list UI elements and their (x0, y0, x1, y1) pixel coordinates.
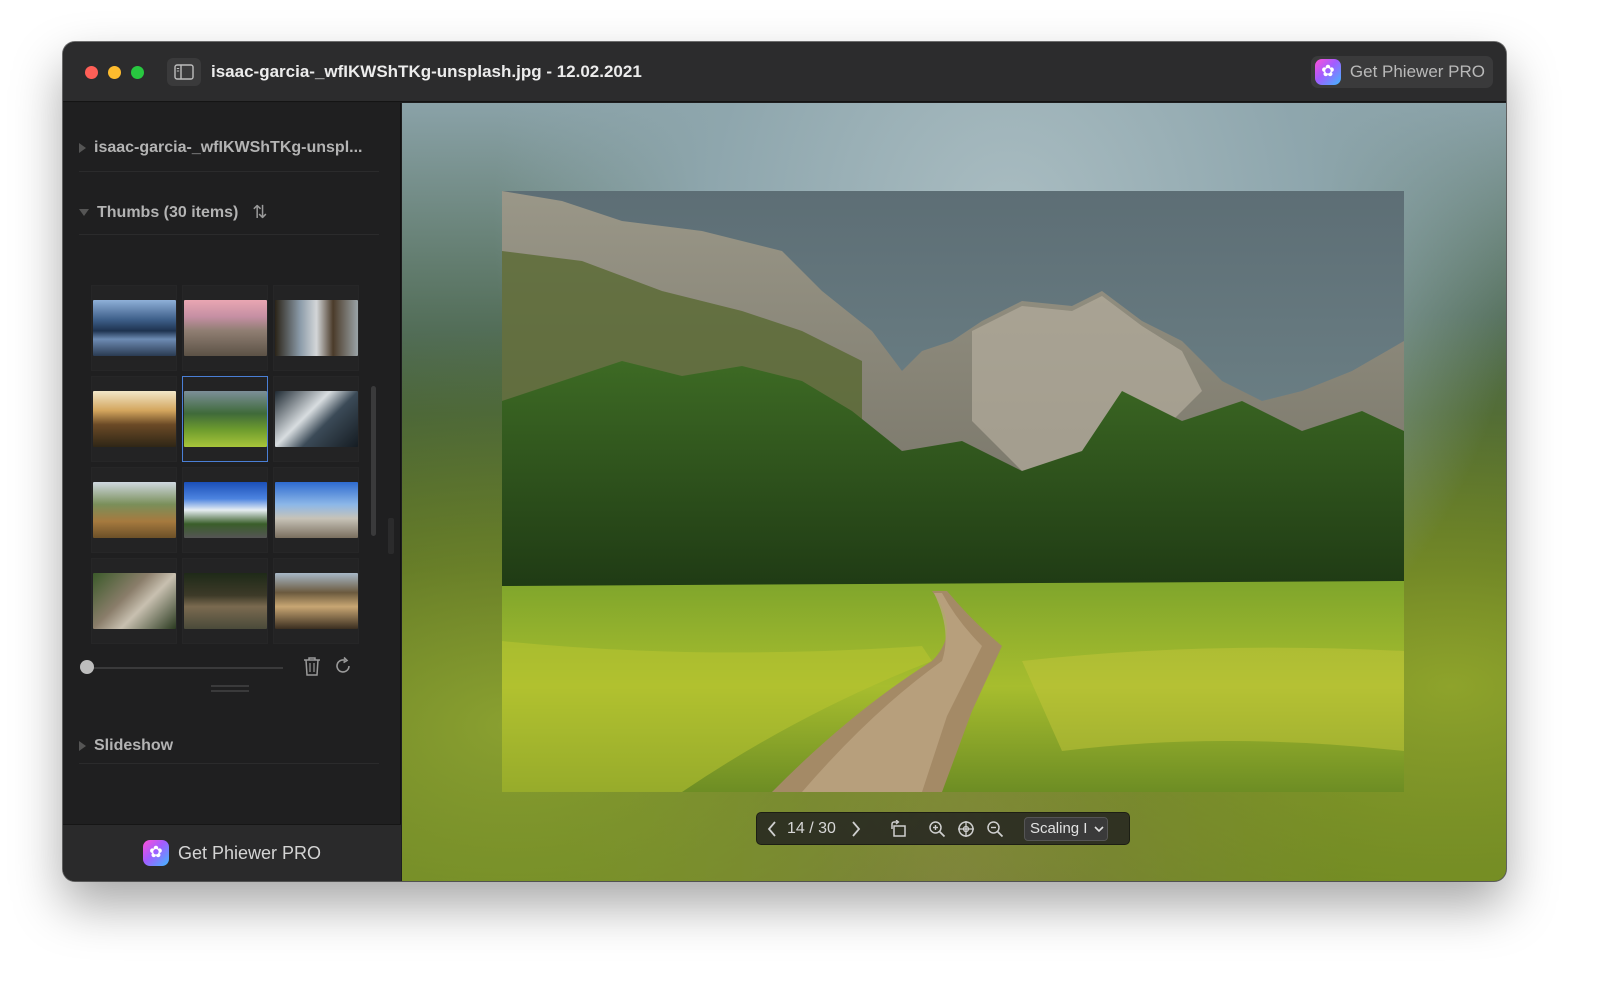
thumbnail-scrollbar[interactable] (371, 386, 376, 536)
viewer-control-bar: 14 / 30 Scaling I (756, 812, 1130, 845)
thumbnail-image (274, 391, 358, 447)
thumbnail-image (92, 482, 176, 538)
divider (79, 763, 379, 764)
image-counter: 14 / 30 (787, 819, 836, 837)
previous-button[interactable] (757, 813, 787, 844)
slideshow-section-label: Slideshow (94, 737, 174, 754)
zoom-window-button[interactable] (131, 66, 144, 79)
trash-icon[interactable] (300, 654, 324, 678)
thumbnail[interactable] (273, 285, 359, 371)
thumbnail-image (92, 573, 176, 629)
slideshow-section-header[interactable]: Slideshow (79, 737, 173, 755)
get-pro-button-top[interactable]: ✿ Get Phiewer PRO (1310, 56, 1493, 88)
thumbnail[interactable] (182, 467, 268, 553)
thumbnail[interactable] (91, 285, 177, 371)
thumbnail[interactable] (182, 558, 268, 644)
rotate-button[interactable] (876, 813, 922, 844)
sidebar-split-handle[interactable] (388, 518, 394, 554)
zoom-out-button[interactable] (980, 813, 1010, 844)
thumbnail[interactable] (182, 285, 268, 371)
app-window: isaac-garcia-_wfIKWShTKg-unsplash.jpg - … (63, 42, 1506, 881)
thumbnail-size-slider[interactable] (87, 667, 283, 669)
next-button[interactable] (836, 813, 876, 844)
divider (79, 171, 379, 172)
thumbnail[interactable] (91, 558, 177, 644)
thumbnail[interactable] (273, 558, 359, 644)
thumbnail-image (92, 300, 176, 356)
divider (79, 234, 379, 235)
thumbnail-image (183, 300, 267, 356)
close-window-button[interactable] (85, 66, 98, 79)
thumbnail-image (183, 573, 267, 629)
thumbnail-image (274, 573, 358, 629)
thumbnail[interactable] (273, 467, 359, 553)
minimize-window-button[interactable] (108, 66, 121, 79)
zoom-fit-icon (957, 820, 974, 837)
main-photo[interactable] (502, 191, 1404, 792)
thumbnail[interactable] (91, 467, 177, 553)
chevron-down-icon (1090, 817, 1107, 840)
zoom-out-icon (987, 820, 1004, 837)
image-viewer[interactable]: 14 / 30 Scaling I (402, 103, 1506, 881)
resize-grip[interactable] (211, 685, 249, 687)
refresh-icon[interactable] (331, 654, 355, 678)
thumbnail-selected[interactable] (182, 376, 268, 462)
thumbnail-image (274, 300, 358, 356)
window-title: isaac-garcia-_wfIKWShTKg-unsplash.jpg - … (211, 62, 642, 81)
file-section-label: isaac-garcia-_wfIKWShTKg-unspl... (94, 139, 363, 156)
zoom-fit-button[interactable] (952, 813, 980, 844)
scaling-select-value: Scaling I (1029, 820, 1088, 837)
thumbnail-image (92, 391, 176, 447)
get-pro-label: Get Phiewer PRO (1349, 62, 1485, 81)
get-pro-label: Get Phiewer PRO (177, 842, 322, 863)
thumbnail[interactable] (273, 376, 359, 462)
chevron-right-icon (852, 820, 861, 837)
thumbnail-image (183, 391, 267, 447)
thumbs-section-label: Thumbs (30 items) (97, 203, 239, 221)
disclosure-down-icon (79, 209, 89, 216)
thumbnail-grid (91, 285, 361, 644)
thumbnail-size-slider-knob[interactable] (80, 660, 94, 674)
disclosure-right-icon (79, 143, 86, 153)
thumbnail-image (274, 482, 358, 538)
file-section-header[interactable]: isaac-garcia-_wfIKWShTKg-unspl... (79, 139, 362, 157)
get-pro-button-bottom[interactable]: ✿ Get Phiewer PRO (63, 824, 401, 881)
phiewer-app-icon: ✿ (142, 840, 169, 866)
zoom-in-button[interactable] (922, 813, 952, 844)
resize-grip[interactable] (211, 690, 249, 692)
zoom-in-icon (929, 820, 946, 837)
thumbnail[interactable] (91, 376, 177, 462)
landscape-photo (502, 191, 1404, 792)
scaling-select[interactable]: Scaling I (1023, 816, 1108, 841)
thumbs-section-header[interactable]: Thumbs (30 items) ⇅ (79, 202, 267, 223)
sidebar: isaac-garcia-_wfIKWShTKg-unspl... Thumbs… (63, 103, 401, 881)
rotate-icon (891, 819, 906, 837)
chevron-left-icon (767, 820, 776, 837)
disclosure-right-icon (79, 741, 86, 751)
sort-icon[interactable]: ⇅ (252, 202, 267, 223)
thumbnail-image (183, 482, 267, 538)
sidebar-toggle-button[interactable] (167, 58, 201, 86)
title-bar: isaac-garcia-_wfIKWShTKg-unsplash.jpg - … (63, 42, 1506, 102)
sidebar-toggle-icon (174, 64, 194, 80)
phiewer-app-icon: ✿ (1314, 59, 1341, 85)
